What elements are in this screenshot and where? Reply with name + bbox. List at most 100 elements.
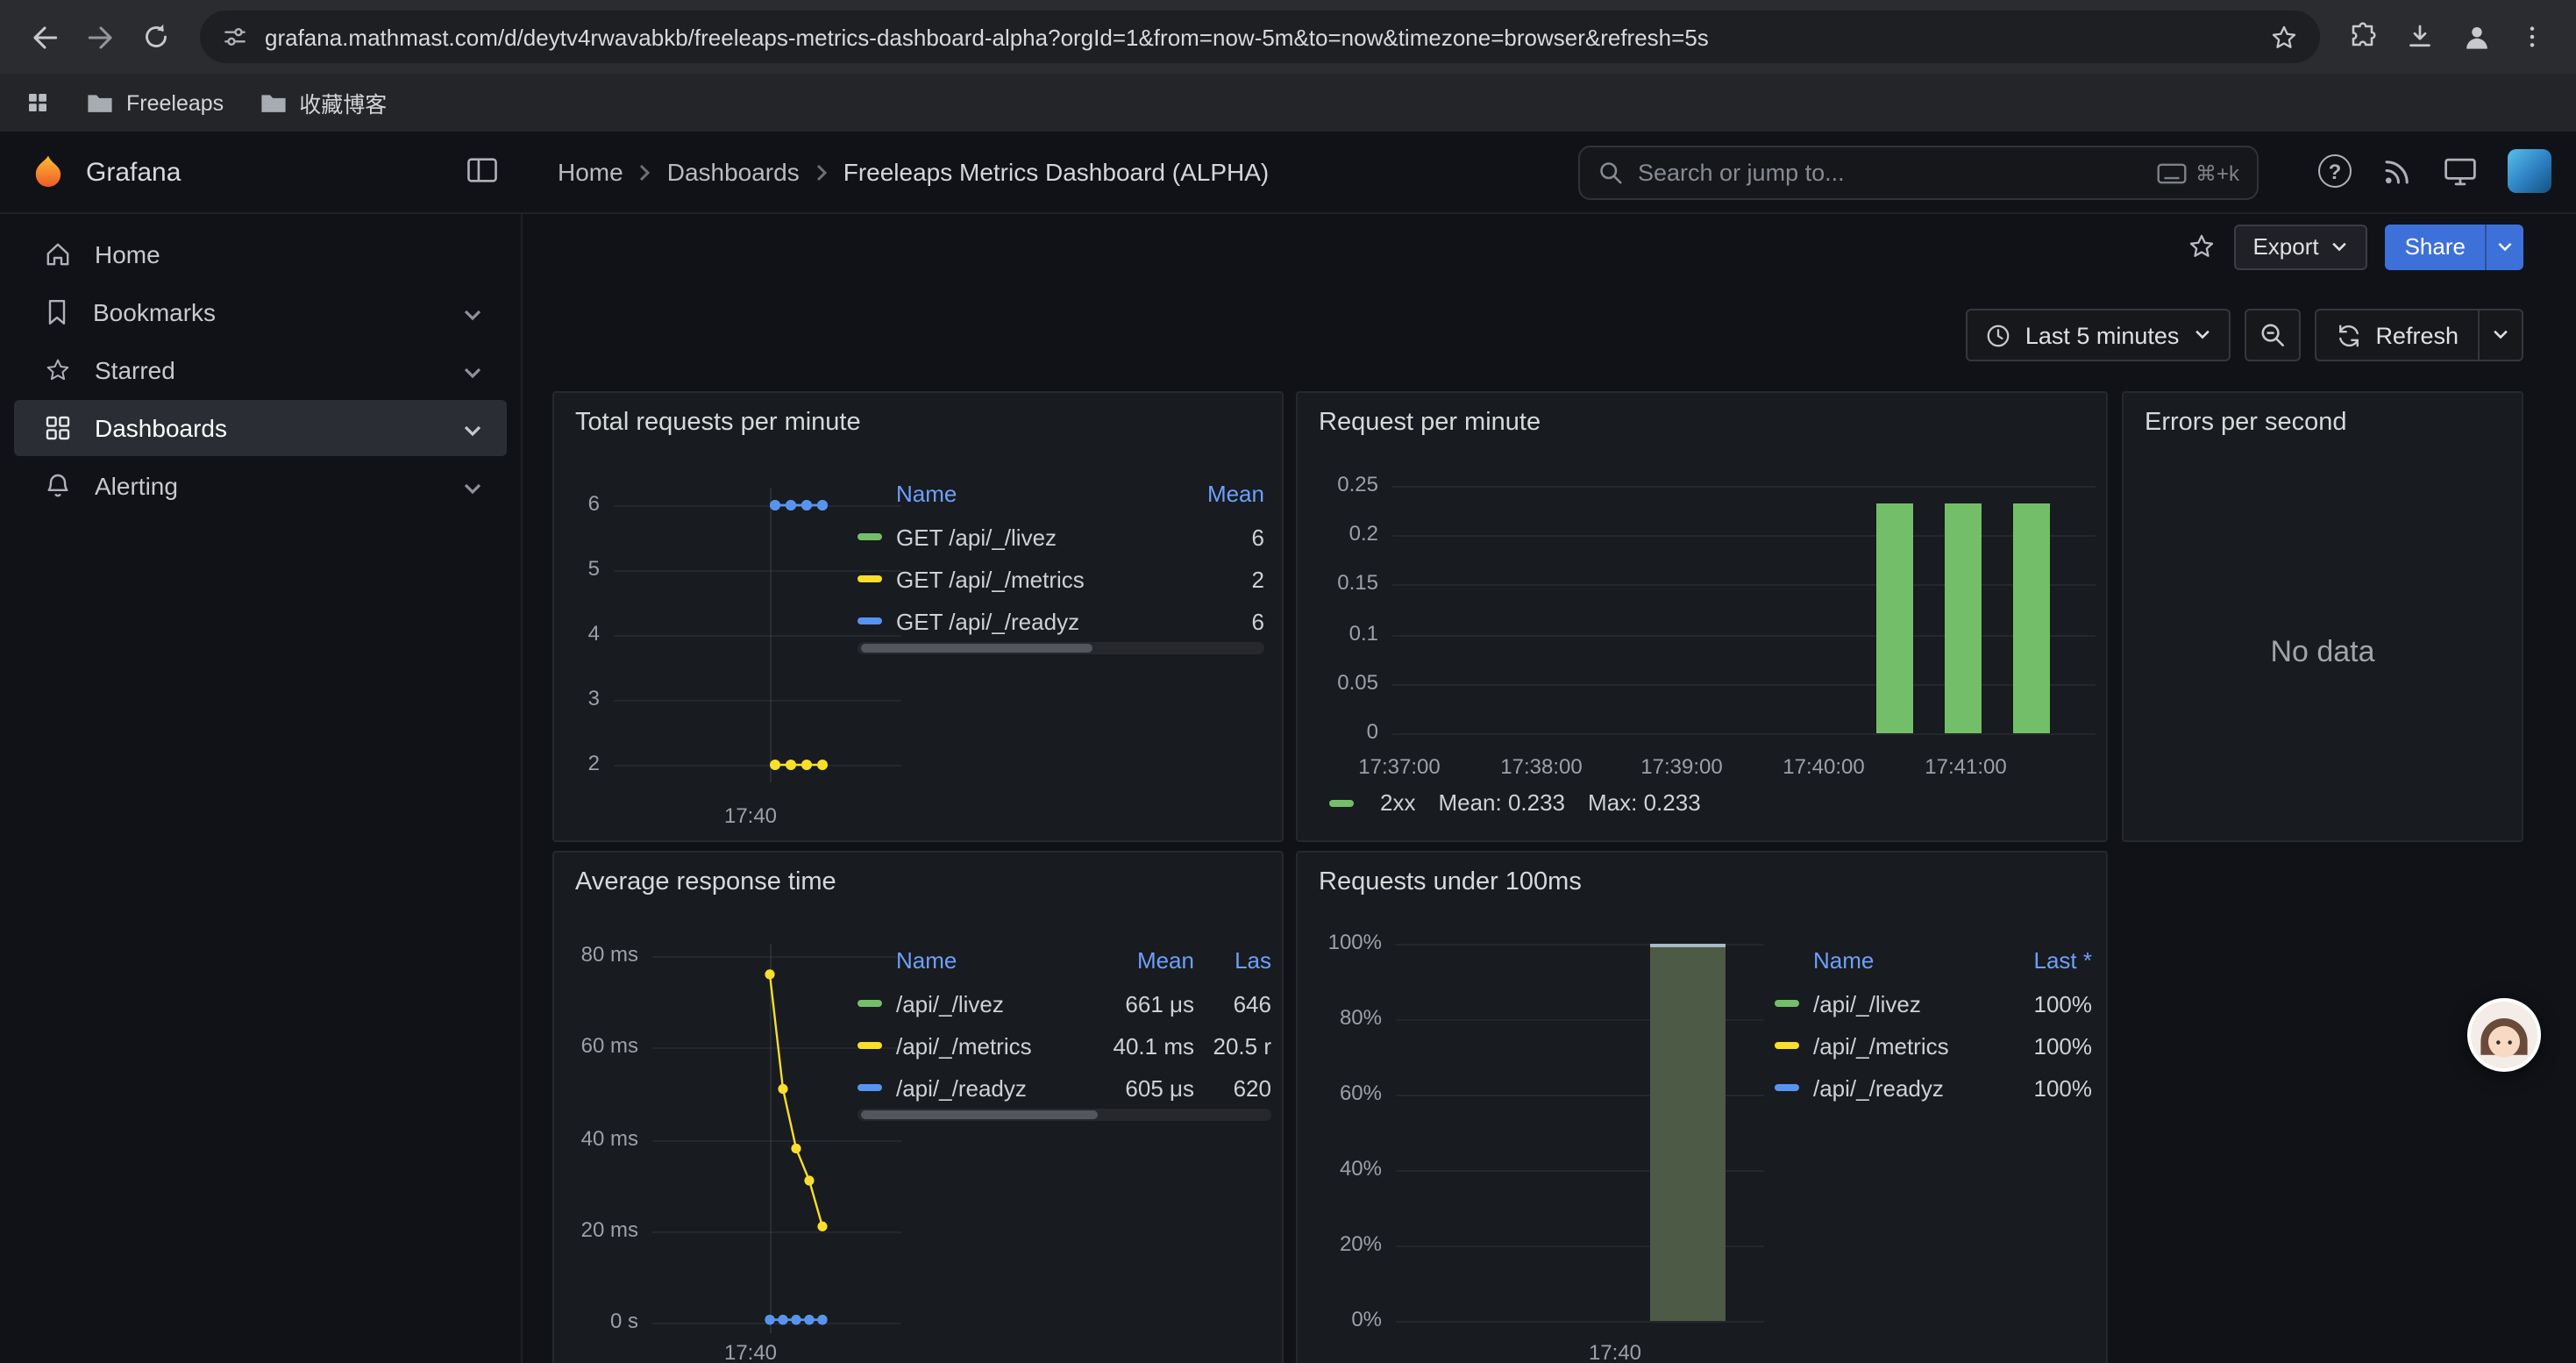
series-name[interactable]: /api/_/livez [896, 990, 1085, 1017]
grafana-brand: Grafana [0, 152, 523, 192]
share-menu-chevron[interactable] [2485, 224, 2523, 269]
share-button[interactable]: Share [2386, 224, 2485, 269]
chevron-down-icon[interactable] [463, 414, 482, 442]
bookmark-star-icon[interactable] [2269, 22, 2299, 52]
scrollbar-thumb[interactable] [861, 644, 1092, 653]
search-shortcut: ⌘+k [2157, 161, 2239, 185]
series-name[interactable]: 2xx [1380, 789, 1415, 816]
legend-column-las[interactable]: Las [1194, 946, 1271, 973]
favorite-star-icon[interactable] [2186, 232, 2216, 261]
extensions-icon[interactable] [2338, 11, 2390, 63]
series-value: 6 [1166, 524, 1264, 550]
search-input[interactable]: Search or jump to... ⌘+k [1578, 146, 2259, 200]
panel-title[interactable]: Requests under 100ms [1298, 853, 2106, 896]
time-range-picker[interactable]: Last 5 minutes [1966, 309, 2231, 361]
series-color-chip [857, 533, 882, 540]
refresh-split-button: Refresh [2314, 309, 2523, 361]
series-color-chip [1775, 1084, 1799, 1091]
apps-grid-icon[interactable] [25, 89, 51, 116]
menu-kebab-icon[interactable] [2506, 11, 2558, 63]
y-axis-tick: 0.15 [1312, 571, 1378, 596]
series-color-chip [857, 1000, 882, 1007]
legend-column-name[interactable]: Name [896, 480, 1166, 506]
legend-column-name[interactable]: Name [1813, 946, 2004, 973]
dashboard-content: Export Share Last 5 minutes [523, 214, 2576, 1363]
screen: grafana.mathmast.com/d/deytv4rwavabkb/fr… [0, 0, 2576, 1363]
y-axis-tick: 0% [1312, 1307, 1382, 1331]
series-name[interactable]: /api/_/readyz [1813, 1074, 2004, 1101]
folder-icon [259, 90, 287, 115]
panel-title[interactable]: Total requests per minute [554, 393, 1282, 437]
panel-title[interactable]: Average response time [554, 853, 1282, 896]
url-bar[interactable]: grafana.mathmast.com/d/deytv4rwavabkb/fr… [200, 11, 2320, 63]
bar-2xx [2013, 503, 2050, 733]
series-name[interactable]: GET /api/_/readyz [896, 608, 1166, 634]
legend-scrollbar[interactable] [857, 1109, 1271, 1121]
refresh-interval-chevron[interactable] [2478, 309, 2523, 361]
search-placeholder: Search or jump to... [1638, 160, 2143, 186]
x-axis-tick: 17:40 [1562, 1340, 1668, 1363]
sidebar-item-label: Home [95, 240, 160, 268]
zoom-out-button[interactable] [2244, 309, 2300, 361]
gridline [1392, 634, 2096, 636]
y-axis-tick: 0.2 [1312, 521, 1378, 546]
sidebar-item-starred[interactable]: Starred [14, 342, 507, 398]
breadcrumb-dashboards[interactable]: Dashboards [667, 158, 800, 186]
grafana-logo-icon[interactable] [28, 152, 68, 192]
legend-column-mean[interactable]: Mean [1085, 946, 1194, 973]
series-max: Max: 0.233 [1588, 789, 1701, 816]
series-name[interactable]: /api/_/readyz [896, 1074, 1085, 1101]
reload-button[interactable] [130, 11, 182, 63]
help-icon[interactable]: ? [2318, 154, 2352, 188]
profile-icon[interactable] [2450, 11, 2502, 63]
sidebar-item-alerting[interactable]: Alerting [14, 458, 507, 514]
legend-row: GET /api/_/metrics2 [857, 558, 1264, 600]
site-info-icon[interactable] [221, 23, 249, 51]
series-name[interactable]: GET /api/_/livez [896, 524, 1166, 550]
series-name[interactable]: /api/_/metrics [1813, 1032, 2004, 1059]
forward-arrow-icon [83, 20, 117, 54]
scrollbar-thumb[interactable] [861, 1110, 1097, 1119]
forward-button[interactable] [74, 11, 126, 63]
assistant-avatar[interactable] [2467, 998, 2541, 1072]
bell-icon [44, 472, 72, 500]
chevron-down-icon[interactable] [463, 472, 482, 500]
news-rss-icon[interactable] [2381, 155, 2413, 187]
series-color-chip [1329, 799, 1354, 806]
bookmark-folder-freeleaps[interactable]: Freeleaps [86, 90, 224, 115]
series-name[interactable]: GET /api/_/metrics [896, 566, 1166, 592]
folder-icon [86, 90, 114, 115]
panel-title[interactable]: Errors per second [2124, 393, 2522, 437]
series-value: 100% [2004, 1032, 2092, 1059]
legend-column-name[interactable]: Name [896, 946, 1085, 973]
collapse-sidebar-icon[interactable] [466, 155, 498, 189]
breadcrumb-home[interactable]: Home [558, 158, 623, 186]
sidebar-item-dashboards[interactable]: Dashboards [14, 400, 507, 456]
export-button[interactable]: Export [2233, 224, 2367, 269]
legend-column-last[interactable]: Last * [2004, 946, 2092, 973]
series-value: 40.1 ms [1085, 1032, 1194, 1059]
user-avatar[interactable] [2508, 149, 2551, 193]
legend-row: GET /api/_/readyz6 [857, 600, 1264, 642]
sidebar-item-label: Dashboards [95, 414, 227, 442]
brand-name: Grafana [86, 157, 181, 187]
back-button[interactable] [18, 11, 70, 63]
chevron-down-icon[interactable] [463, 298, 482, 326]
bar-100-percent [1650, 944, 1726, 1321]
bookmark-folder-blogs[interactable]: 收藏博客 [259, 86, 387, 119]
downloads-icon[interactable] [2394, 11, 2446, 63]
clock-icon [1985, 322, 2011, 348]
legend-scrollbar[interactable] [857, 642, 1264, 654]
series-name[interactable]: /api/_/livez [1813, 990, 2004, 1017]
sidebar-item-bookmarks[interactable]: Bookmarks [14, 284, 507, 340]
monitor-icon[interactable] [2443, 155, 2478, 187]
series-name[interactable]: /api/_/metrics [896, 1032, 1085, 1059]
legend-column-mean[interactable]: Mean [1166, 480, 1264, 506]
back-arrow-icon [27, 20, 60, 54]
chevron-down-icon[interactable] [463, 356, 482, 384]
refresh-button[interactable]: Refresh [2314, 309, 2478, 361]
bar-2xx [1945, 503, 1982, 733]
panel-title[interactable]: Request per minute [1298, 393, 2106, 437]
sidebar-item-home[interactable]: Home [14, 226, 507, 282]
url-text[interactable]: grafana.mathmast.com/d/deytv4rwavabkb/fr… [265, 24, 2255, 50]
